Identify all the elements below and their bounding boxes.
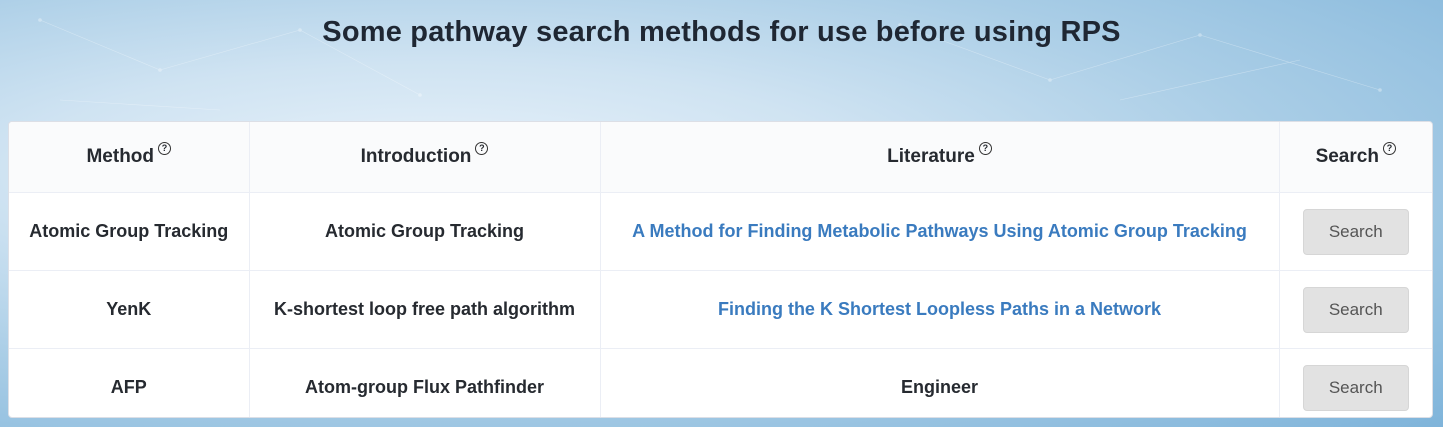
search-cell: Search	[1278, 270, 1432, 349]
methods-table: Method? Introduction? Literature? Search…	[9, 122, 1432, 417]
help-icon[interactable]: ?	[978, 142, 992, 155]
search-button[interactable]: Search	[1302, 286, 1409, 333]
literature-cell: Engineer	[599, 348, 1280, 417]
introduction-cell: Atomic Group Tracking	[248, 192, 601, 271]
introduction-cell: Atom-group Flux Pathfinder	[248, 348, 601, 417]
literature-link[interactable]: A Method for Finding Metabolic Pathways …	[632, 221, 1247, 241]
introduction-cell: K-shortest loop free path algorithm	[248, 270, 601, 349]
search-cell: Search	[1278, 192, 1432, 271]
search-button[interactable]: Search	[1302, 208, 1409, 255]
search-cell: Search	[1278, 348, 1432, 417]
table-row: Atomic Group Tracking Atomic Group Track…	[9, 192, 1432, 271]
column-header-label: Introduction	[360, 146, 472, 167]
table-row: AFP Atom-group Flux Pathfinder Engineer …	[9, 348, 1432, 417]
column-header-literature: Literature?	[599, 122, 1280, 193]
page-title: Some pathway search methods for use befo…	[322, 16, 1121, 48]
method-cell: Atomic Group Tracking	[9, 192, 250, 271]
column-header-introduction: Introduction?	[248, 122, 601, 193]
column-header-label: Search	[1315, 146, 1379, 167]
search-button[interactable]: Search	[1302, 364, 1409, 411]
literature-cell: A Method for Finding Metabolic Pathways …	[599, 192, 1280, 271]
literature-link[interactable]: Finding the K Shortest Loopless Paths in…	[718, 299, 1161, 319]
method-cell: AFP	[9, 348, 250, 417]
methods-table-card: Method? Introduction? Literature? Search…	[8, 121, 1433, 418]
column-header-label: Literature	[887, 146, 975, 167]
help-icon[interactable]: ?	[158, 142, 172, 155]
table-row: YenK K-shortest loop free path algorithm…	[9, 270, 1432, 349]
help-icon[interactable]: ?	[1382, 142, 1396, 155]
help-icon[interactable]: ?	[475, 142, 489, 155]
literature-cell: Finding the K Shortest Loopless Paths in…	[599, 270, 1280, 349]
method-cell: YenK	[9, 270, 250, 349]
column-header-search: Search?	[1278, 122, 1432, 193]
column-header-label: Method	[86, 146, 155, 167]
table-header-row: Method? Introduction? Literature? Search…	[9, 122, 1432, 193]
column-header-method: Method?	[9, 122, 250, 193]
